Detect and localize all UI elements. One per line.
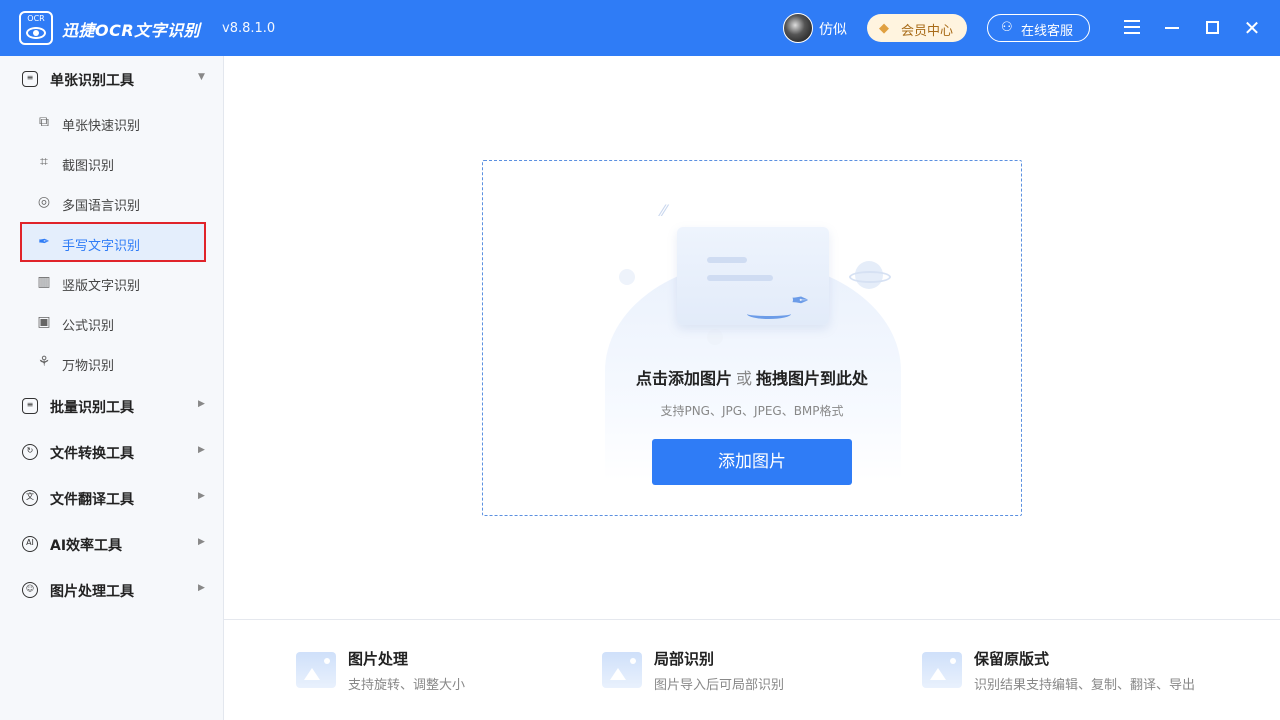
vip-center-label: 会员中心 xyxy=(901,24,954,39)
chevron-right-icon: ▶ xyxy=(198,399,205,409)
image-drop-zone[interactable]: ⁄⁄ ✒ 点击添加图片或拖拽图片到此处 支持PNG、JPG、JPEG、BMP格式… xyxy=(482,160,1022,516)
fountain-pen-icon: ✒ xyxy=(791,289,810,314)
sidebar-item-handwriting[interactable]: ✒ 手写文字识别 xyxy=(20,222,206,262)
sidebar-item-label: 手写文字识别 xyxy=(62,239,141,254)
sidebar-item-multilang[interactable]: ◎ 多国语言识别 xyxy=(20,182,206,222)
crop-icon: ⌗ xyxy=(40,154,48,170)
feature-desc: 支持旋转、调整大小 xyxy=(348,678,466,693)
sidebar-item-objects[interactable]: ⚘ 万物识别 xyxy=(20,342,206,382)
sidebar-group-batch[interactable]: ≡ 批量识别工具 ▶ xyxy=(0,385,223,425)
sidebar-item-formula[interactable]: ▣ 公式识别 xyxy=(20,302,206,342)
drop-title-drag: 拖拽图片到此处 xyxy=(756,369,869,388)
online-service-label: 在线客服 xyxy=(1021,24,1074,39)
pen-icon: ✒ xyxy=(38,234,50,250)
sidebar: ≡ 单张识别工具 ▼ ⧉ 单张快速识别 ⌗ 截图识别 ◎ 多国语言识别 ✒ 手写… xyxy=(0,56,224,720)
logo-text: OCR xyxy=(27,14,45,23)
single-doc-icon: ≡ xyxy=(22,71,38,87)
sidebar-group-ai[interactable]: AI AI效率工具 ▶ xyxy=(0,523,223,563)
objects-icon: ⚘ xyxy=(37,354,51,370)
online-service-button[interactable]: ⚇ 在线客服 xyxy=(987,14,1090,42)
formula-icon: ▣ xyxy=(37,314,51,330)
chevron-right-icon: ▶ xyxy=(198,537,205,547)
vip-center-button[interactable]: ◆ 会员中心 xyxy=(867,14,967,42)
feature-desc: 图片导入后可局部识别 xyxy=(654,678,785,693)
image-edit-icon xyxy=(296,652,336,688)
upload-illustration: ⁄⁄ ✒ xyxy=(603,201,903,481)
sidebar-group-label: 文件翻译工具 xyxy=(50,492,134,508)
eye-icon xyxy=(26,27,46,39)
sidebar-group-translate[interactable]: 文 文件翻译工具 ▶ xyxy=(0,477,223,517)
translate-icon: 文 xyxy=(22,490,38,506)
ai-icon: AI xyxy=(22,536,38,552)
sidebar-item-quick-scan[interactable]: ⧉ 单张快速识别 xyxy=(20,102,206,142)
sidebar-item-vertical[interactable]: ▥ 竖版文字识别 xyxy=(20,262,206,302)
feature-name: 保留原版式 xyxy=(974,650,1050,668)
add-image-button[interactable]: 添加图片 xyxy=(652,439,852,485)
vertical-text-icon: ▥ xyxy=(37,274,51,290)
sidebar-group-label: 批量识别工具 xyxy=(50,400,134,416)
drop-title-or: 或 xyxy=(735,369,752,388)
feature-bar: 图片处理 支持旋转、调整大小 局部识别 图片导入后可局部识别 保留原版式 识别结… xyxy=(224,619,1280,720)
menu-button[interactable] xyxy=(1120,16,1144,40)
image-crop-icon xyxy=(602,652,642,688)
sidebar-item-label: 竖版文字识别 xyxy=(62,279,141,294)
sidebar-group-label: 文件转换工具 xyxy=(50,446,134,462)
chevron-right-icon: ▶ xyxy=(198,445,205,455)
sidebar-item-screenshot[interactable]: ⌗ 截图识别 xyxy=(20,142,206,182)
sidebar-item-label: 单张快速识别 xyxy=(62,119,141,134)
convert-icon: ↻ xyxy=(22,444,38,460)
close-button[interactable]: ✕ xyxy=(1240,16,1264,40)
feature-desc: 识别结果支持编辑、复制、翻译、导出 xyxy=(974,678,1196,693)
sidebar-item-label: 截图识别 xyxy=(62,159,115,174)
maximize-button[interactable] xyxy=(1200,16,1224,40)
app-version: v8.8.1.0 xyxy=(222,21,276,36)
chevron-right-icon: ▶ xyxy=(198,491,205,501)
image-process-icon: ☺ xyxy=(22,582,38,598)
sidebar-group-label: 单张识别工具 xyxy=(50,73,134,89)
minimize-button[interactable] xyxy=(1160,16,1184,40)
chevron-down-icon: ▼ xyxy=(198,72,205,82)
app-title: 迅捷OCR文字识别 xyxy=(62,21,201,40)
avatar[interactable] xyxy=(783,13,813,43)
feature-name: 图片处理 xyxy=(348,650,409,668)
supported-formats: 支持PNG、JPG、JPEG、BMP格式 xyxy=(660,404,844,418)
title-bar: OCR 迅捷OCR文字识别 v8.8.1.0 仿似 ◆ 会员中心 ⚇ 在线客服 … xyxy=(0,0,1280,56)
image-layout-icon xyxy=(922,652,962,688)
diamond-icon: ◆ xyxy=(879,21,889,36)
person-icon: ⚇ xyxy=(1001,20,1013,35)
sidebar-item-label: 万物识别 xyxy=(62,359,115,374)
quick-scan-icon: ⧉ xyxy=(39,114,49,130)
feature-name: 局部识别 xyxy=(654,650,715,668)
sidebar-item-label: 多国语言识别 xyxy=(62,199,141,214)
sidebar-group-image[interactable]: ☺ 图片处理工具 ▶ xyxy=(0,569,223,609)
globe-icon: ◎ xyxy=(37,194,51,210)
sidebar-group-label: AI效率工具 xyxy=(50,538,123,554)
app-logo: OCR xyxy=(19,11,53,45)
batch-doc-icon: ≡ xyxy=(22,398,38,414)
sidebar-group-label: 图片处理工具 xyxy=(50,584,134,600)
sidebar-item-label: 公式识别 xyxy=(62,319,115,334)
chevron-right-icon: ▶ xyxy=(198,583,205,593)
drop-zone-title: 点击添加图片或拖拽图片到此处 xyxy=(483,365,1021,389)
drop-title-click: 点击添加图片 xyxy=(635,369,732,388)
sidebar-group-convert[interactable]: ↻ 文件转换工具 ▶ xyxy=(0,431,223,471)
planet-icon xyxy=(849,261,891,289)
sidebar-group-single[interactable]: ≡ 单张识别工具 ▼ xyxy=(0,58,223,98)
sparkle-icon: ⁄⁄ xyxy=(661,201,667,220)
username[interactable]: 仿似 xyxy=(819,19,847,39)
